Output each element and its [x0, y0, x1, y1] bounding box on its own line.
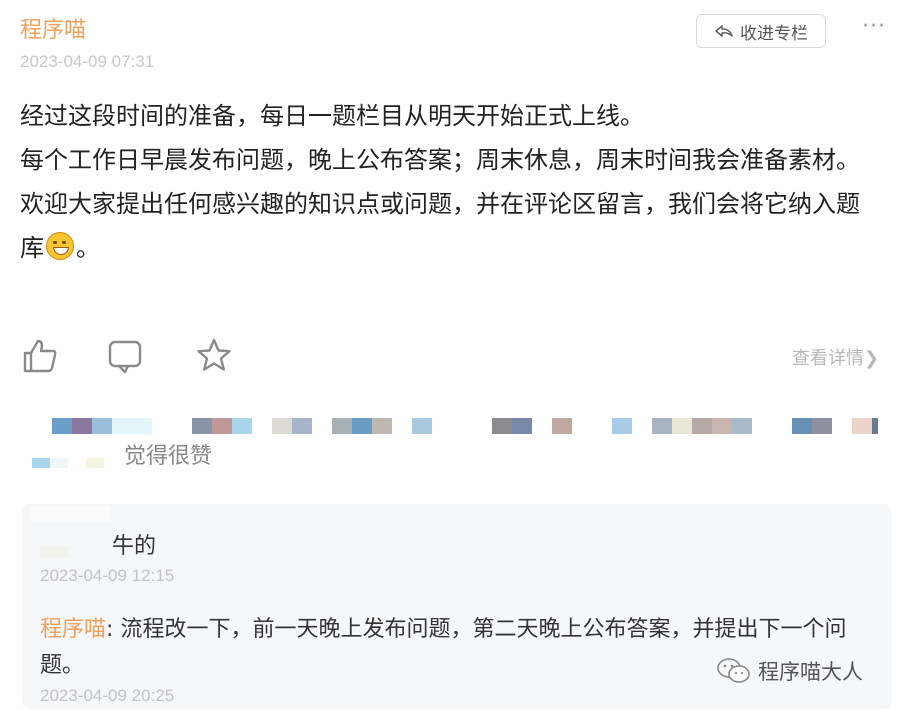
post-timestamp: 2023-04-09 07:31 — [20, 52, 155, 71]
comment-icon[interactable] — [106, 336, 146, 376]
commenter-name-blur — [30, 506, 110, 522]
like-icon[interactable] — [20, 336, 60, 376]
post-author[interactable]: 程序喵 — [20, 12, 86, 44]
watermark-text: 程序喵大人 — [758, 660, 863, 684]
details-label: 查看详情 — [792, 348, 864, 369]
collect-to-column-button[interactable]: 收进专栏 — [696, 14, 826, 48]
comment-timestamp: 2023-04-09 12:15 — [40, 566, 175, 585]
chevron-right-icon: ❯ — [864, 348, 880, 369]
post-paragraph: 每个工作日早晨发布问题，晚上公布答案；周末休息，周末时间我会准备素材。 — [20, 146, 860, 174]
comment-text: 牛的 — [112, 534, 157, 559]
liker-avatar-blur — [32, 458, 104, 468]
view-details-link[interactable]: 查看详情❯ — [792, 344, 879, 370]
post-paragraph-text: 欢迎大家提出任何感兴趣的知识点或问题，并在评论区留言，我们会将它纳入题库 — [20, 190, 860, 262]
star-icon[interactable] — [194, 336, 234, 376]
collect-label: 收进专栏 — [740, 23, 808, 44]
post-paragraph-end: 。 — [76, 234, 100, 262]
commenter-avatar-blur — [40, 546, 68, 558]
liker-avatars-strip[interactable] — [52, 418, 882, 434]
more-options-button[interactable]: ··· — [862, 14, 886, 39]
collect-icon — [715, 25, 733, 37]
wechat-watermark: 程序喵大人 — [716, 656, 863, 686]
post-content: 经过这段时间的准备，每日一题栏目从明天开始正式上线。 每个工作日早晨发布问题，晚… — [20, 94, 882, 270]
wechat-icon — [717, 658, 750, 683]
post-paragraph: 欢迎大家提出任何感兴趣的知识点或问题，并在评论区留言，我们会将它纳入题库。 — [20, 182, 882, 270]
post-paragraph: 经过这段时间的准备，每日一题栏目从明天开始正式上线。 — [20, 102, 644, 130]
grinning-sweat-emoji-icon — [46, 232, 74, 260]
reply-separator: : — [106, 617, 114, 642]
reply-author[interactable]: 程序喵 — [40, 617, 106, 642]
reply-timestamp: 2023-04-09 20:25 — [40, 686, 175, 705]
likes-summary: 觉得很赞 — [124, 444, 213, 469]
